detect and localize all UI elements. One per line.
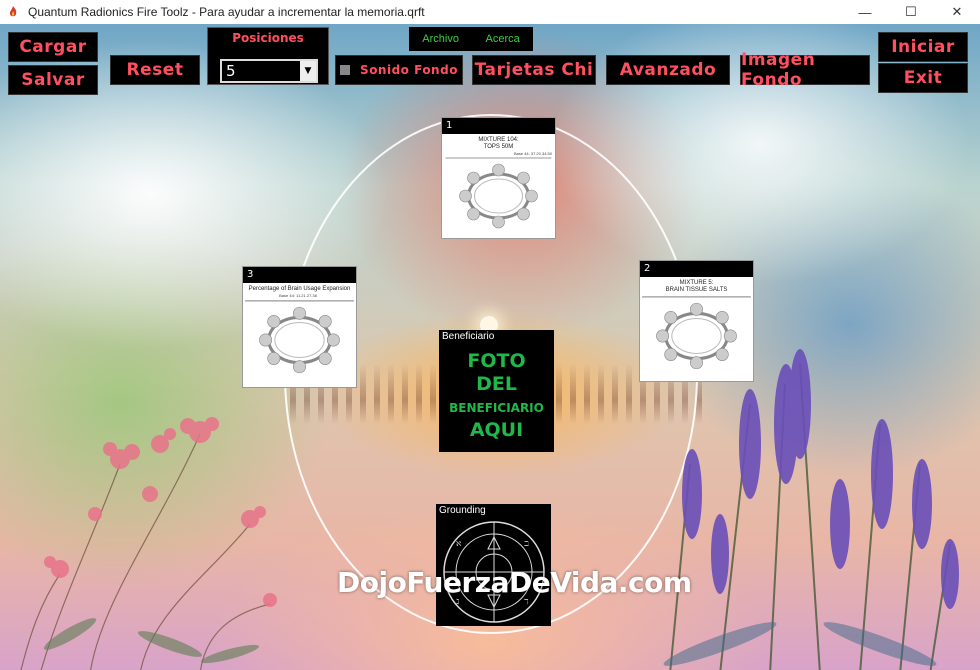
background-canvas: 1 MIXTURE 104: TOPS 50M Base 44: 37.20.3… <box>0 24 980 670</box>
position-card-2[interactable]: 2 MIXTURE 5: BRAIN TISSUE SALTS <box>639 260 754 382</box>
sonido-fondo-toggle[interactable]: Sonido Fondo <box>335 55 463 85</box>
posiciones-label: Posiciones <box>232 31 304 45</box>
menu-acerca[interactable]: Acerca <box>485 33 519 45</box>
radionics-chart-icon <box>245 300 354 374</box>
svg-text:ℵ: ℵ <box>456 540 461 548</box>
radionics-chart-icon <box>642 296 751 370</box>
close-button[interactable]: ✕ <box>934 0 980 24</box>
sonido-fondo-checkbox[interactable] <box>340 65 351 75</box>
title-bar: Quantum Radionics Fire Toolz - Para ayud… <box>0 0 980 24</box>
sonido-fondo-label: Sonido Fondo <box>360 63 458 77</box>
app-flame-icon <box>9 6 17 17</box>
watermark-text: DojoFuerzaDeVida.com <box>337 566 692 599</box>
svg-text:ℸ: ℸ <box>524 598 529 606</box>
minimize-button[interactable]: — <box>842 0 888 24</box>
photo-text-line1: FOTO <box>467 350 526 372</box>
maximize-button[interactable]: ☐ <box>888 0 934 24</box>
iniciar-button[interactable]: Iniciar <box>878 32 968 62</box>
exit-button[interactable]: Exit <box>878 63 968 93</box>
posiciones-panel: Posiciones 5 ▼ <box>207 27 329 85</box>
photo-text-line3: BENEFICIARIO <box>449 401 544 415</box>
grounding-seal-icon: ℵ ℶ ℷ ℸ <box>443 521 545 623</box>
photo-text-line4: AQUI <box>469 419 524 441</box>
card-title: MIXTURE 104: TOPS 50M <box>478 137 519 150</box>
radionics-chart-icon <box>445 157 552 229</box>
grounding-slot[interactable]: Grounding ℵℶ ℷℸ <box>436 504 551 626</box>
card-title: MIXTURE 5: BRAIN TISSUE SALTS <box>665 280 728 293</box>
position-card-1[interactable]: 1 MIXTURE 104: TOPS 50M Base 44: 37.20.3… <box>441 117 556 239</box>
cargar-button[interactable]: Cargar <box>8 32 98 62</box>
posiciones-value: 5 <box>226 62 236 80</box>
window-title: Quantum Radionics Fire Toolz - Para ayud… <box>28 5 425 19</box>
beneficiary-label: Beneficiario <box>442 331 495 342</box>
card-number: 1 <box>442 118 555 134</box>
posiciones-select[interactable]: 5 ▼ <box>220 59 318 83</box>
svg-text:ℶ: ℶ <box>524 540 529 548</box>
chevron-down-icon[interactable]: ▼ <box>300 61 316 81</box>
reset-button[interactable]: Reset <box>110 55 200 85</box>
pink-flowers-illustration <box>20 417 277 670</box>
tarjetas-chi-button[interactable]: Tarjetas Chi <box>472 55 596 85</box>
menu-bar: Archivo Acerca <box>409 27 533 51</box>
card-number: 3 <box>243 267 356 283</box>
position-card-3[interactable]: 3 Percentage of Brain Usage Expansion Ba… <box>242 266 357 388</box>
svg-text:ℷ: ℷ <box>456 598 459 606</box>
card-number: 2 <box>640 261 753 277</box>
beneficiary-photo-slot[interactable]: Beneficiario FOTO DEL BENEFICIARIO AQUI <box>439 330 554 452</box>
salvar-button[interactable]: Salvar <box>8 65 98 95</box>
imagen-fondo-button[interactable]: Imagen Fondo <box>740 50 870 90</box>
card-title: Percentage of Brain Usage Expansion <box>248 286 351 292</box>
photo-text-line2: DEL <box>476 373 517 395</box>
menu-archivo[interactable]: Archivo <box>422 33 459 45</box>
avanzado-button[interactable]: Avanzado <box>606 55 730 85</box>
